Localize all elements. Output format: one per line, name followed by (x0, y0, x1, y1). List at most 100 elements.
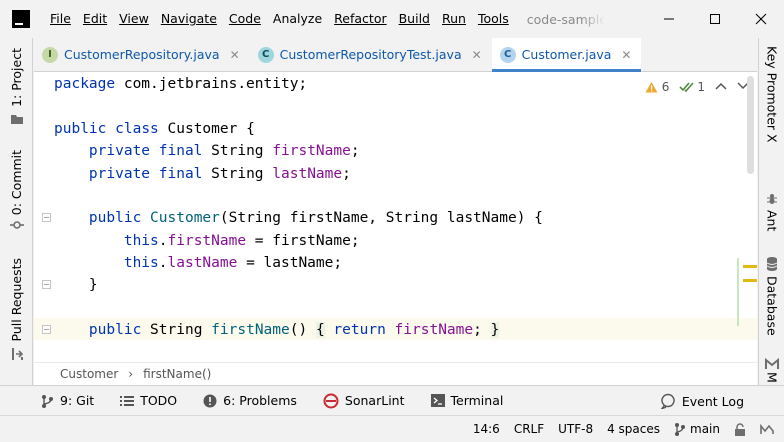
tool-window-bar: 9: Git TODO 6: Problems SonarLint Termin… (0, 385, 784, 415)
warnings-count: 6 (661, 80, 670, 94)
double-check-icon (679, 82, 694, 93)
code-area[interactable]: package com.jetbrains.entity; public cla… (54, 72, 543, 376)
window-title: code-samples (526, 11, 605, 27)
list-icon (120, 395, 135, 406)
problems-icon (203, 394, 217, 407)
tab-customer-repository-test[interactable]: C CustomerRepositoryTest.java ✕ (250, 38, 492, 71)
project-tool-button[interactable]: 1: Project (0, 48, 33, 125)
code-line: this.firstName = firstName; (123, 233, 360, 249)
commit-icon (9, 221, 24, 230)
branch-name: main (690, 422, 720, 436)
code-line: private final String lastName; (88, 166, 351, 182)
code-editor[interactable]: package com.jetbrains.entity; public cla… (34, 72, 757, 362)
caret-position[interactable]: 14:6 (473, 422, 500, 436)
git-branch-widget[interactable]: main (674, 422, 720, 436)
previous-highlight-button[interactable] (715, 80, 727, 94)
commit-tool-label: 0: Commit (9, 150, 24, 216)
terminal-tool-button[interactable]: Terminal (430, 393, 504, 408)
git-tool-button[interactable]: 9: Git (40, 393, 94, 408)
menu-bar: File Edit View Navigate Code Analyze Ref… (0, 0, 784, 38)
maven-icon (765, 358, 779, 369)
scrollbar-thumb[interactable] (747, 76, 754, 174)
close-icon[interactable]: ✕ (621, 48, 631, 62)
event-log-tool-label: Event Log (681, 393, 744, 409)
menu-build[interactable]: Build (393, 0, 436, 38)
editor-tab-bar: I CustomerRepository.java ✕ C CustomerRe… (34, 38, 757, 72)
warning-icon (645, 82, 658, 93)
terminal-icon (430, 394, 445, 407)
event-log-icon (660, 393, 675, 409)
tab-customer[interactable]: C Customer.java ✕ (491, 38, 642, 72)
menu-navigate[interactable]: Navigate (155, 0, 223, 38)
intellij-logo-icon (9, 7, 33, 31)
pull-requests-tool-label: Pull Requests (9, 258, 24, 342)
menu-file[interactable]: File (44, 0, 77, 38)
close-icon[interactable]: ✕ (230, 48, 240, 62)
maximize-button[interactable] (692, 0, 738, 38)
tab-customer-repository[interactable]: I CustomerRepository.java ✕ (34, 38, 250, 71)
test-class-icon: C (257, 46, 274, 63)
close-icon (755, 13, 767, 25)
close-window-button[interactable] (738, 0, 784, 38)
database-tool-button[interactable]: Database (759, 256, 784, 336)
commit-tool-button[interactable]: 0: Commit (0, 150, 33, 231)
inspection-widget[interactable]: 6 1 (645, 80, 749, 94)
maven-tool-button[interactable]: M (759, 358, 784, 383)
code-line: this.lastName = lastName; (123, 255, 343, 271)
pull-requests-tool-button[interactable]: Pull Requests (0, 258, 33, 361)
notifications-widget[interactable] (760, 423, 774, 435)
warning-stripe-marker[interactable] (743, 265, 757, 268)
menu-analyze[interactable]: Analyze (267, 0, 328, 38)
weak-warnings-count: 1 (697, 80, 705, 94)
problems-tool-button[interactable]: 6: Problems (203, 393, 297, 408)
database-icon (766, 257, 778, 271)
sonarlint-tool-button[interactable]: SonarLint (323, 393, 405, 409)
menu-code[interactable]: Code (223, 0, 267, 38)
close-icon[interactable]: ✕ (472, 48, 482, 62)
folder-icon (10, 114, 23, 124)
terminal-tool-label: Terminal (450, 393, 504, 408)
code-line: private final String firstName; (88, 143, 360, 159)
file-encoding[interactable]: UTF-8 (558, 422, 593, 436)
todo-tool-label: TODO (140, 393, 178, 408)
breadcrumb: Customer › firstName() (34, 362, 757, 385)
window-controls (646, 0, 784, 38)
fold-marker[interactable] (42, 213, 51, 222)
database-tool-label: Database (764, 276, 780, 336)
interface-icon: I (42, 46, 58, 63)
tab-label: CustomerRepositoryTest.java (279, 47, 462, 62)
weak-warnings-indicator[interactable]: 1 (679, 80, 705, 94)
tab-label: CustomerRepository.java (64, 47, 220, 62)
editor-scrollbar[interactable] (744, 72, 757, 362)
todo-tool-button[interactable]: TODO (120, 393, 177, 408)
ant-tool-label: Ant (764, 210, 780, 232)
minimize-button[interactable] (646, 0, 692, 38)
key-promoter-tool-button[interactable]: Key Promoter X (759, 46, 784, 143)
event-log-tool-button[interactable]: Event Log (660, 386, 744, 416)
class-icon: C (499, 46, 516, 63)
git-branch-icon (42, 394, 53, 408)
menu-refactor[interactable]: Refactor (328, 0, 392, 38)
left-tool-strip: 1: Project 0: Commit Pull Requests (0, 38, 33, 385)
key-promoter-tool-label: Key Promoter X (764, 46, 780, 143)
ant-tool-button[interactable]: Ant (759, 192, 784, 231)
fold-marker[interactable] (42, 280, 51, 289)
maximize-icon (710, 14, 720, 24)
indent-setting[interactable]: 4 spaces (607, 422, 660, 436)
menu-edit[interactable]: Edit (77, 0, 113, 38)
minimize-icon (664, 18, 674, 20)
breadcrumb-class[interactable]: Customer (60, 367, 118, 381)
project-tool-label: 1: Project (9, 48, 24, 107)
pull-request-icon (11, 348, 23, 361)
menu-tools[interactable]: Tools (472, 0, 515, 38)
line-separator[interactable]: CRLF (514, 422, 544, 436)
breadcrumb-method[interactable]: firstName() (143, 367, 211, 381)
warning-stripe-marker[interactable] (743, 279, 757, 282)
menu-run[interactable]: Run (436, 0, 472, 38)
warnings-indicator[interactable]: 6 (645, 80, 670, 94)
lock-widget[interactable] (734, 422, 746, 436)
menu-view[interactable]: View (113, 0, 155, 38)
code-line: public Customer(String firstName, String… (88, 210, 543, 226)
fold-marker[interactable] (42, 325, 51, 334)
code-line: public class Customer { (54, 121, 255, 137)
